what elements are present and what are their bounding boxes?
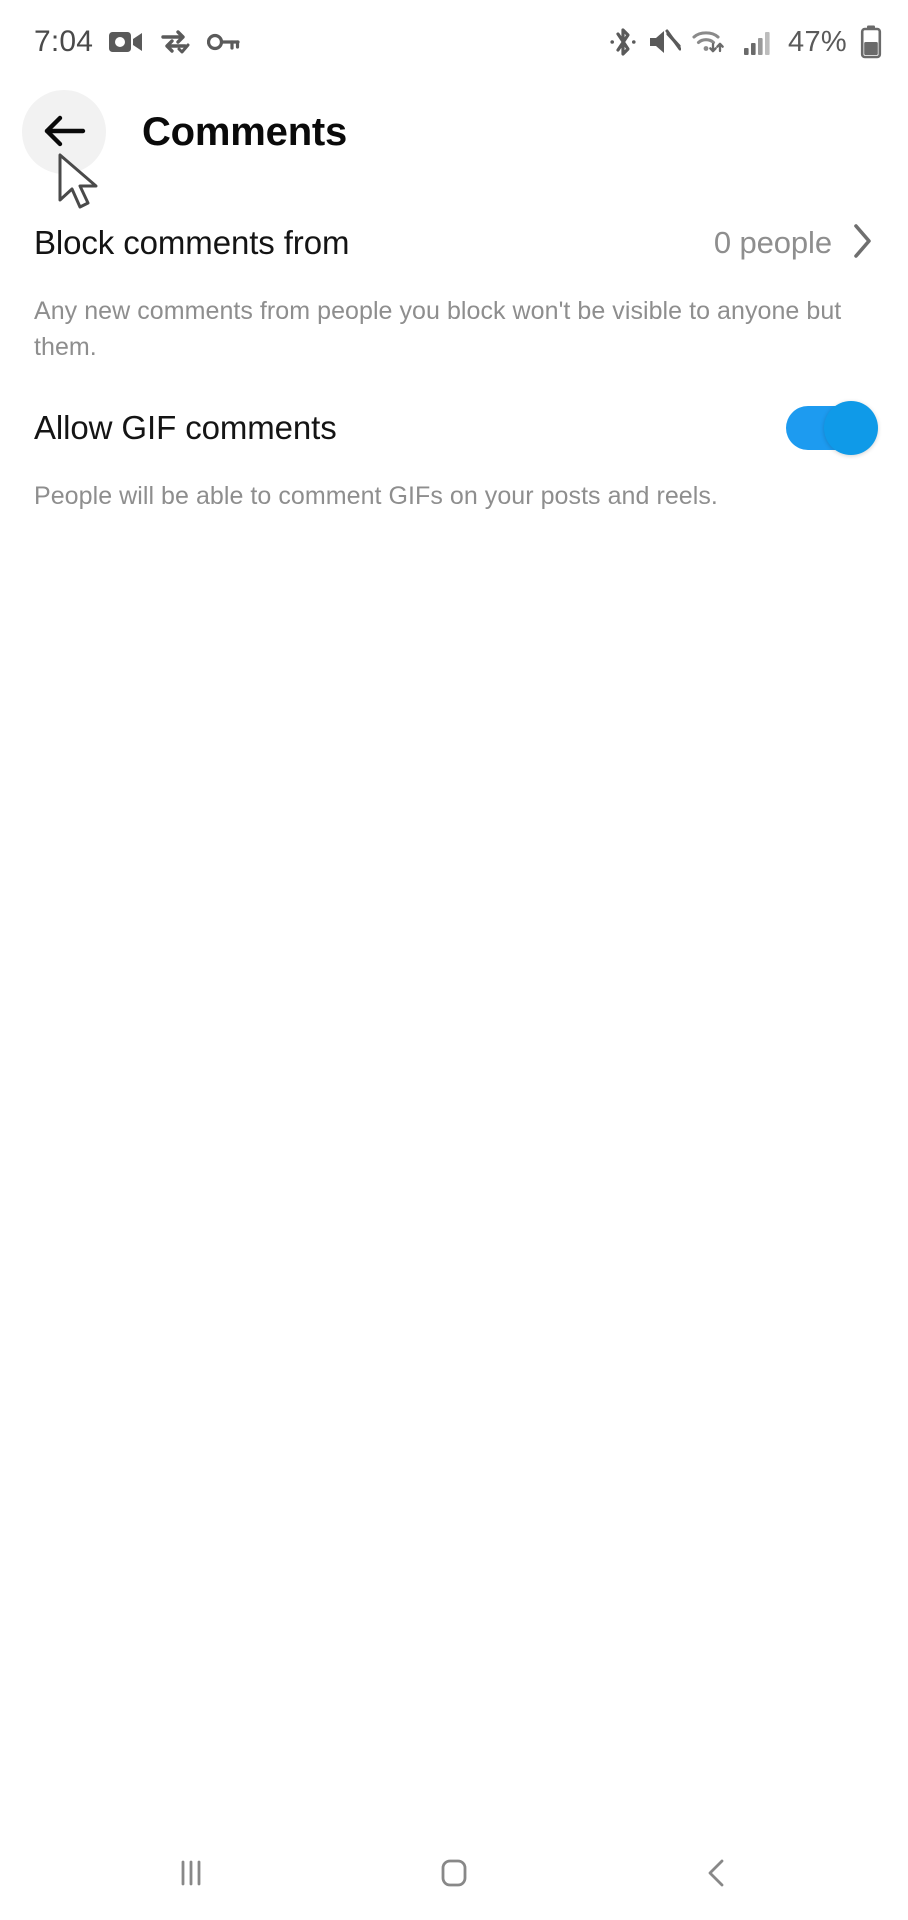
cellular-signal-icon: [743, 27, 773, 57]
setting-row-allow-gif-comments[interactable]: Allow GIF comments: [34, 365, 878, 455]
settings-list: Block comments from 0 people Any new com…: [0, 180, 908, 1828]
app-header: Comments: [0, 84, 908, 180]
chevron-right-icon: [852, 222, 874, 265]
setting-row-block-comments-from[interactable]: Block comments from 0 people: [34, 180, 874, 268]
status-bar: 7:04 47%: [0, 0, 908, 84]
home-button[interactable]: [394, 1828, 514, 1920]
setting-description-block-comments-from: Any new comments from people you block w…: [34, 297, 842, 361]
recent-apps-icon: [173, 1855, 209, 1894]
screen-root: 7:04 47% Comments Block comments from 0 …: [0, 0, 908, 1920]
status-bar-left: 7:04: [34, 25, 241, 59]
setting-label-block-comments-from: Block comments from: [34, 224, 350, 261]
recent-apps-button[interactable]: [131, 1828, 251, 1920]
back-button[interactable]: [22, 90, 106, 174]
android-navigation-bar: [0, 1828, 908, 1920]
toggle-knob: [824, 401, 878, 455]
allow-gif-comments-toggle[interactable]: [786, 401, 878, 455]
setting-description-allow-gif-comments: People will be able to comment GIFs on y…: [34, 482, 718, 510]
status-bar-clock: 7:04: [34, 25, 94, 58]
volume-muted-icon: [647, 27, 682, 57]
bluetooth-icon: [610, 25, 636, 59]
battery-icon: [860, 25, 882, 59]
setting-label-allow-gif-comments: Allow GIF comments: [34, 409, 337, 446]
vpn-key-icon: [207, 32, 241, 52]
wifi-icon: [692, 26, 732, 58]
page-title: Comments: [142, 109, 348, 154]
setting-row-right-block-comments-from: 0 people: [714, 222, 874, 265]
chevron-left-icon: [700, 1854, 734, 1895]
battery-percent-label: 47%: [788, 25, 847, 58]
home-icon: [435, 1854, 473, 1895]
setting-value-block-comments-from: 0 people: [713, 225, 832, 260]
back-nav-button[interactable]: [657, 1828, 777, 1920]
data-transfer-icon: [159, 29, 191, 55]
camera-recording-icon: [109, 29, 143, 55]
arrow-left-icon: [41, 111, 87, 154]
status-bar-right: 47%: [610, 0, 882, 84]
